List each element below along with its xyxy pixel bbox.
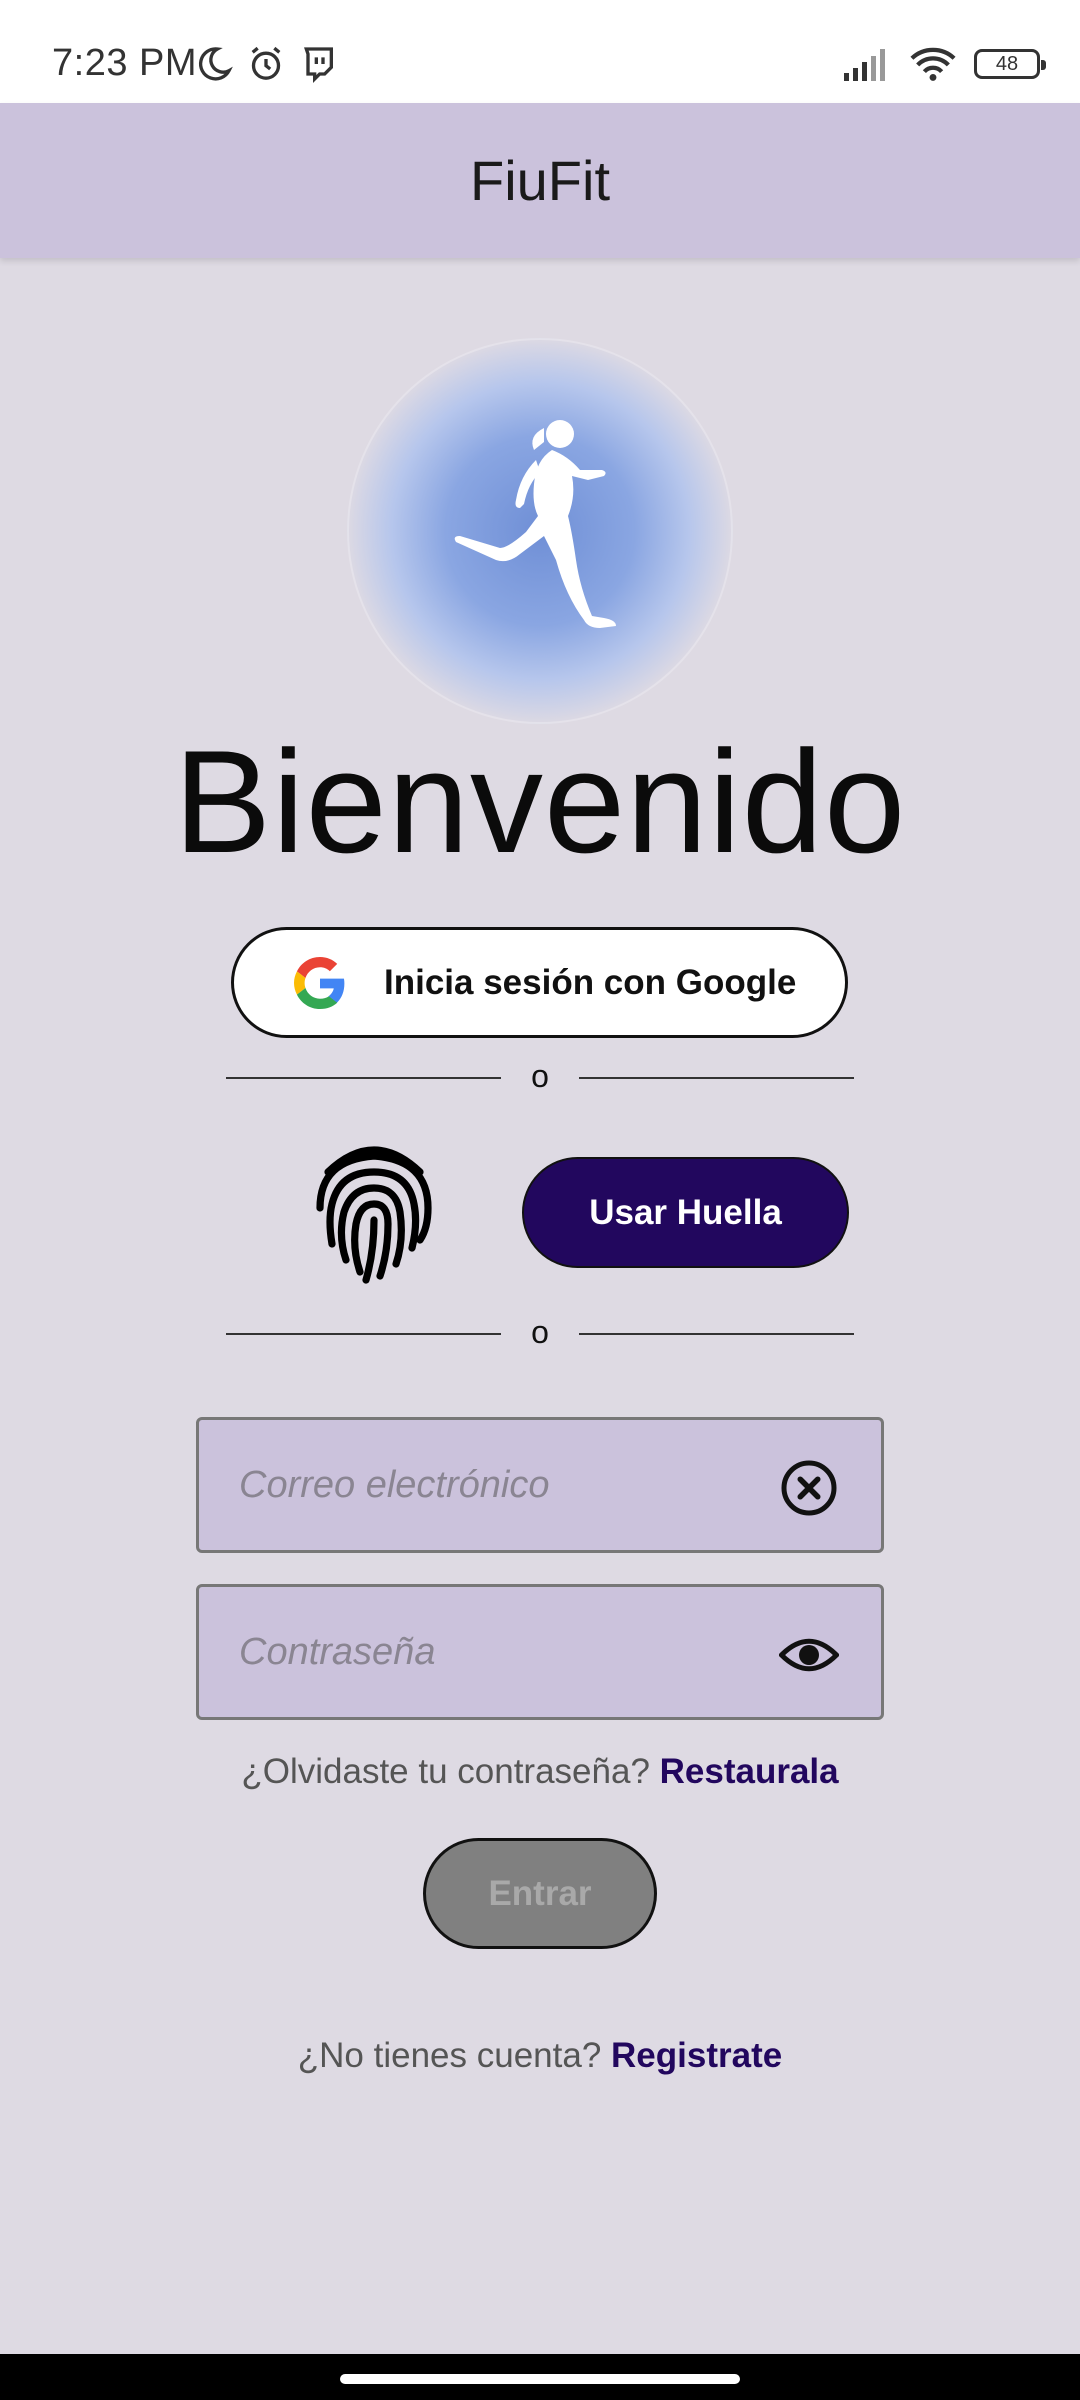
status-right-icons: 48 xyxy=(842,46,1046,82)
twitch-icon xyxy=(304,47,333,84)
google-icon xyxy=(294,957,345,1009)
clear-icon[interactable] xyxy=(779,1458,839,1518)
forgot-password-row: ¿Olvidaste tu contraseña? Restaurala xyxy=(0,1752,1080,1792)
divider-line xyxy=(579,1333,854,1335)
login-button[interactable]: Entrar xyxy=(423,1838,657,1949)
status-time: 7:23 PM xyxy=(52,42,198,84)
home-indicator[interactable] xyxy=(340,2374,740,2384)
wifi-icon xyxy=(910,47,956,81)
welcome-heading: Bienvenido xyxy=(173,720,907,883)
moon-icon xyxy=(198,47,233,81)
register-link[interactable]: Registrate xyxy=(611,2036,782,2075)
eye-icon[interactable] xyxy=(779,1625,839,1685)
app-logo xyxy=(347,338,733,724)
restore-password-link[interactable]: Restaurala xyxy=(660,1752,839,1791)
app-title: FiuFit xyxy=(470,149,610,212)
use-fingerprint-button[interactable]: Usar Huella xyxy=(522,1157,849,1268)
forgot-password-text: ¿Olvidaste tu contraseña? xyxy=(241,1752,660,1791)
signal-icon xyxy=(844,49,885,81)
google-signin-button[interactable]: Inicia sesión con Google xyxy=(231,927,848,1038)
app-bar: FiuFit xyxy=(0,103,1080,258)
email-field[interactable] xyxy=(196,1417,884,1553)
status-bar: 7:23 PM 48 xyxy=(0,0,1080,103)
password-input[interactable] xyxy=(239,1587,759,1717)
email-input[interactable] xyxy=(239,1420,759,1550)
register-text: ¿No tienes cuenta? xyxy=(297,2036,612,2075)
register-row: ¿No tienes cuenta? Registrate xyxy=(0,2036,1080,2076)
divider-bottom: o xyxy=(226,1314,854,1354)
divider-top: o xyxy=(226,1058,854,1098)
password-field[interactable] xyxy=(196,1584,884,1720)
google-signin-label: Inicia sesión con Google xyxy=(384,963,797,1002)
alarm-icon xyxy=(251,46,281,80)
battery-icon: 48 xyxy=(974,49,1046,79)
divider-line xyxy=(579,1077,854,1079)
runner-icon xyxy=(454,420,616,628)
status-left-icons xyxy=(194,44,338,84)
fingerprint-icon[interactable] xyxy=(312,1140,436,1284)
